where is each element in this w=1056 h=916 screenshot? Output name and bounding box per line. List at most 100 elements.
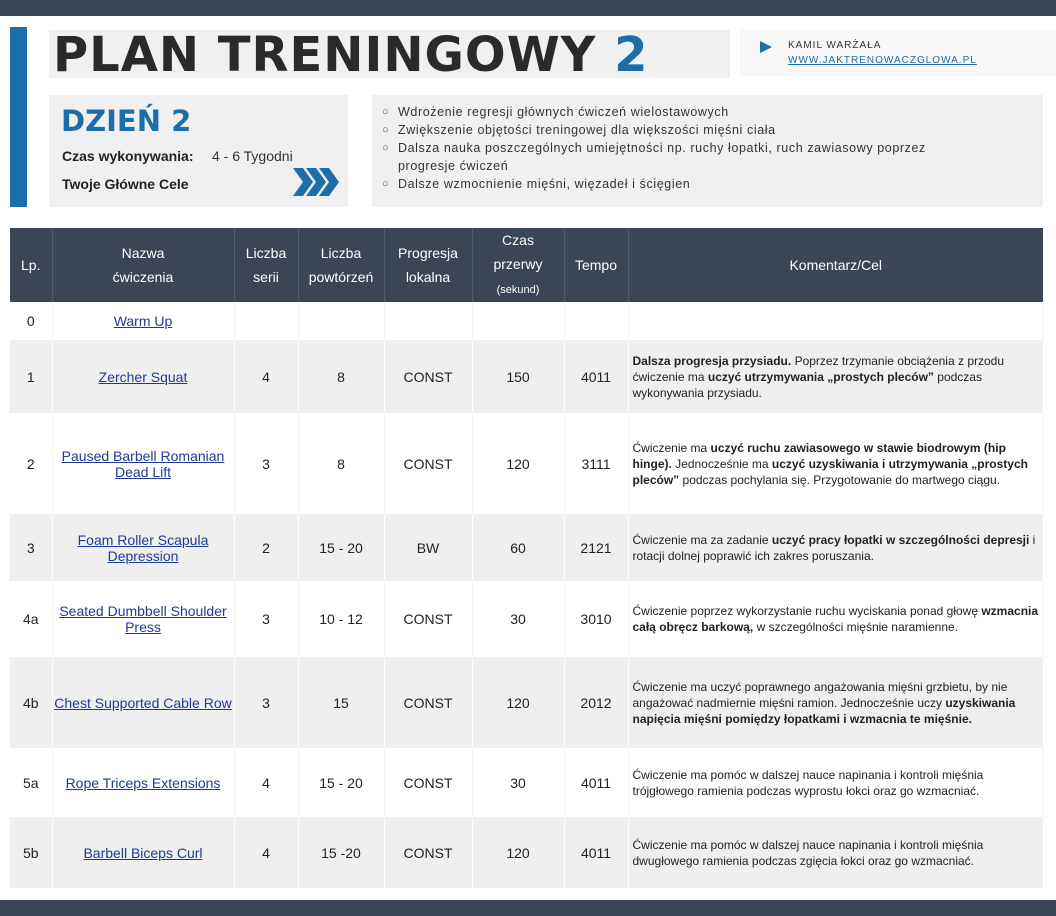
cell-sets: 4 bbox=[234, 340, 299, 413]
cell-progression: CONST bbox=[384, 817, 473, 888]
exercise-link[interactable]: Paused Barbell Romanian Dead Lift bbox=[62, 448, 225, 480]
cell-comment bbox=[628, 302, 1044, 340]
cell-comment: Ćwiczenie poprzez wykorzystanie ruchu wy… bbox=[628, 581, 1044, 657]
cell-rest: 150 bbox=[472, 340, 565, 413]
author-website-link[interactable]: WWW.JAKTRENOWACZGLOWA.PL bbox=[788, 55, 977, 66]
cell-name: Zercher Squat bbox=[52, 340, 235, 413]
cell-sets: 3 bbox=[234, 657, 299, 748]
page-title: PLAN TRENINGOWY 2 bbox=[53, 27, 649, 83]
cell-comment: Ćwiczenie ma pomóc w dalszej nauce napin… bbox=[628, 748, 1044, 817]
cell-progression: CONST bbox=[384, 581, 473, 657]
cell-reps: 15 - 20 bbox=[298, 514, 385, 581]
top-bar bbox=[0, 0, 1056, 16]
goal-text: Dalsza nauka poszczególnych umiejętności… bbox=[398, 141, 926, 173]
cell-reps: 15 -20 bbox=[298, 817, 385, 888]
cell-lp: 4a bbox=[10, 581, 53, 657]
table-header-row: Lp. Nazwa ćwiczenia Liczba serii Liczba pow… bbox=[10, 228, 1043, 302]
table-row: 3 Foam Roller Scapula Depression 2 15 - … bbox=[10, 514, 1044, 581]
column-header-progression: Progresja lokalna bbox=[384, 228, 473, 302]
cell-comment: Dalsza progresja przysiadu. Poprzez trzy… bbox=[628, 340, 1044, 413]
exercise-link[interactable]: Rope Triceps Extensions bbox=[66, 775, 221, 791]
cell-comment: Ćwiczenie ma pomóc w dalszej nauce napin… bbox=[628, 817, 1044, 888]
duration-label: Czas wykonywania: bbox=[62, 148, 194, 164]
cell-sets: 4 bbox=[234, 748, 299, 817]
goal-item: ○ Zwiększenie objętości treningowej dla w… bbox=[382, 121, 982, 139]
arrow-right-icon bbox=[760, 41, 772, 53]
column-header-comment: Komentarz/Cel bbox=[628, 228, 1043, 302]
table-row: 4a Seated Dumbbell Shoulder Press 3 10 -… bbox=[10, 581, 1044, 657]
author-name: KAMIL WARŻAŁA bbox=[788, 40, 882, 51]
exercise-link[interactable]: Foam Roller Scapula Depression bbox=[78, 532, 209, 564]
cell-rest: 120 bbox=[472, 817, 565, 888]
column-header-name: Nazwa ćwiczenia bbox=[52, 228, 235, 302]
table-row: 5a Rope Triceps Extensions 4 15 - 20 CON… bbox=[10, 748, 1044, 817]
cell-sets: 3 bbox=[234, 581, 299, 657]
accent-stripe bbox=[10, 27, 27, 207]
cell-progression: CONST bbox=[384, 340, 473, 413]
cell-name: Seated Dumbbell Shoulder Press bbox=[52, 581, 235, 657]
cell-reps: 8 bbox=[298, 413, 385, 514]
goal-text: Wdrożenie regresji głównych ćwiczeń wiel… bbox=[398, 105, 729, 119]
cell-reps: 8 bbox=[298, 340, 385, 413]
goal-item: ○ Dalsza nauka poszczególnych umiejętnośc… bbox=[382, 139, 982, 175]
cell-progression bbox=[384, 302, 473, 340]
page-title-text: PLAN TRENINGOWY bbox=[53, 27, 597, 83]
exercise-link[interactable]: Zercher Squat bbox=[99, 369, 188, 385]
cell-sets bbox=[234, 302, 299, 340]
cell-rest bbox=[472, 302, 565, 340]
cell-sets: 2 bbox=[234, 514, 299, 581]
author-panel bbox=[740, 30, 1056, 76]
goal-text: Dalsze wzmocnienie mięśni, więzadeł i śc… bbox=[398, 177, 691, 191]
cell-name: Chest Supported Cable Row bbox=[52, 657, 235, 748]
cell-name: Warm Up bbox=[52, 302, 235, 340]
exercise-link[interactable]: Chest Supported Cable Row bbox=[54, 695, 231, 711]
goal-text: Zwiększenie objętości treningowej dla wi… bbox=[398, 123, 776, 137]
cell-lp: 3 bbox=[10, 514, 53, 581]
cell-tempo: 4011 bbox=[564, 748, 629, 817]
table-row: 2 Paused Barbell Romanian Dead Lift 3 8 … bbox=[10, 413, 1044, 514]
exercise-link[interactable]: Warm Up bbox=[114, 313, 173, 329]
cell-lp: 5b bbox=[10, 817, 53, 888]
cell-comment: Ćwiczenie ma za zadanie uczyć pracy łopa… bbox=[628, 514, 1044, 581]
cell-rest: 120 bbox=[472, 413, 565, 514]
exercise-table: Lp. Nazwa ćwiczenia Liczba serii Liczba pow… bbox=[10, 228, 1044, 888]
day-title: DZIEŃ 2 bbox=[61, 104, 192, 138]
cell-progression: CONST bbox=[384, 657, 473, 748]
cell-tempo: 3010 bbox=[564, 581, 629, 657]
cell-rest: 120 bbox=[472, 657, 565, 748]
exercise-link[interactable]: Seated Dumbbell Shoulder Press bbox=[59, 603, 226, 635]
cell-comment: Ćwiczenie ma uczyć poprawnego angażowani… bbox=[628, 657, 1044, 748]
cell-sets: 3 bbox=[234, 413, 299, 514]
cell-lp: 5a bbox=[10, 748, 53, 817]
cell-rest: 30 bbox=[472, 581, 565, 657]
cell-lp: 4b bbox=[10, 657, 53, 748]
column-header-tempo: Tempo bbox=[564, 228, 629, 302]
circle-bullet-icon: ○ bbox=[382, 142, 390, 154]
triple-chevron-right-icon bbox=[293, 168, 339, 196]
duration-value: 4 - 6 Tygodni bbox=[212, 148, 293, 164]
table-row: 1 Zercher Squat 4 8 CONST 150 4011 Dalsz… bbox=[10, 340, 1044, 413]
cell-comment: Ćwiczenie ma uczyć ruchu zawiasowego w s… bbox=[628, 413, 1044, 514]
circle-bullet-icon: ○ bbox=[382, 178, 390, 190]
cell-tempo: 3111 bbox=[564, 413, 629, 514]
cell-progression: BW bbox=[384, 514, 473, 581]
cell-lp: 0 bbox=[10, 302, 53, 340]
cell-reps: 15 bbox=[298, 657, 385, 748]
cell-progression: CONST bbox=[384, 748, 473, 817]
cell-tempo: 4011 bbox=[564, 817, 629, 888]
column-header-lp: Lp. bbox=[10, 228, 53, 302]
column-header-sets: Liczba serii bbox=[234, 228, 299, 302]
goals-label: Twoje Główne Cele bbox=[62, 176, 189, 192]
exercise-link[interactable]: Barbell Biceps Curl bbox=[83, 845, 202, 861]
cell-tempo: 2121 bbox=[564, 514, 629, 581]
cell-reps: 10 - 12 bbox=[298, 581, 385, 657]
cell-sets: 4 bbox=[234, 817, 299, 888]
cell-tempo bbox=[564, 302, 629, 340]
cell-reps: 15 - 20 bbox=[298, 748, 385, 817]
cell-name: Barbell Biceps Curl bbox=[52, 817, 235, 888]
cell-name: Foam Roller Scapula Depression bbox=[52, 514, 235, 581]
goal-item: ○ Wdrożenie regresji głównych ćwiczeń wie… bbox=[382, 103, 982, 121]
table-row: 0 Warm Up bbox=[10, 302, 1044, 340]
goal-item: ○ Dalsze wzmocnienie mięśni, więzadeł i ś… bbox=[382, 175, 982, 193]
cell-rest: 30 bbox=[472, 748, 565, 817]
